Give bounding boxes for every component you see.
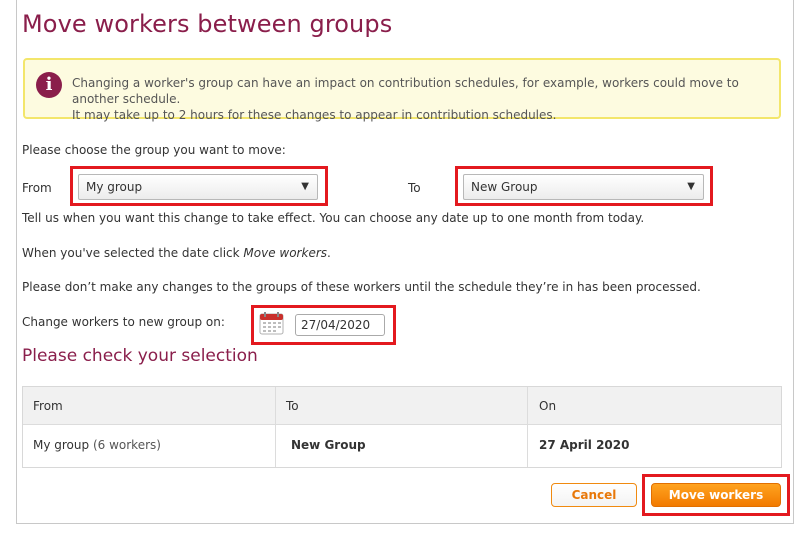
from-group-value: My group (86, 180, 143, 194)
header-to: To (286, 399, 299, 413)
to-label: To (408, 181, 421, 195)
calendar-icon[interactable] (259, 311, 284, 335)
selected-suffix: . (327, 246, 331, 260)
chevron-down-icon: ▼ (301, 181, 309, 192)
header-from: From (33, 399, 63, 413)
notice-line-2: It may take up to 2 hours for these chan… (72, 108, 557, 122)
notice-text: Changing a worker's group can have an im… (72, 75, 772, 123)
row-from: My group (6 workers) (33, 438, 161, 452)
notice-line-1: Changing a worker's group can have an im… (72, 76, 739, 106)
row-from-group: My group (33, 438, 90, 452)
effect-text: Tell us when you want this change to tak… (22, 211, 645, 225)
selection-table: From To On My group (6 workers) New Grou… (22, 386, 782, 468)
info-notice: i Changing a worker's group can have an … (23, 58, 781, 122)
column-divider (275, 387, 276, 467)
cancel-button[interactable]: Cancel (551, 483, 637, 507)
row-to: New Group (291, 438, 366, 452)
info-icon: i (36, 72, 62, 98)
page-title: Move workers between groups (22, 10, 393, 38)
choose-group-label: Please choose the group you want to move… (22, 143, 286, 157)
change-date-input[interactable]: 27/04/2020 (295, 314, 385, 336)
selection-title: Please check your selection (22, 346, 258, 366)
selected-date-text: When you've selected the date click Move… (22, 246, 331, 260)
table-header (23, 387, 781, 425)
from-label: From (22, 181, 52, 195)
warning-text: Please don’t make any changes to the gro… (22, 280, 701, 294)
to-group-value: New Group (471, 180, 538, 194)
row-on: 27 April 2020 (539, 438, 630, 452)
from-group-select[interactable]: My group ▼ (78, 174, 318, 200)
date-label: Change workers to new group on: (22, 315, 225, 329)
selected-action: Move workers (243, 246, 328, 260)
move-workers-button[interactable]: Move workers (651, 483, 781, 507)
selected-prefix: When you've selected the date click (22, 246, 244, 260)
row-from-count: (6 workers) (92, 438, 161, 452)
column-divider (527, 387, 528, 467)
header-on: On (539, 399, 557, 413)
chevron-down-icon: ▼ (687, 181, 695, 192)
to-group-select[interactable]: New Group ▼ (463, 174, 704, 200)
